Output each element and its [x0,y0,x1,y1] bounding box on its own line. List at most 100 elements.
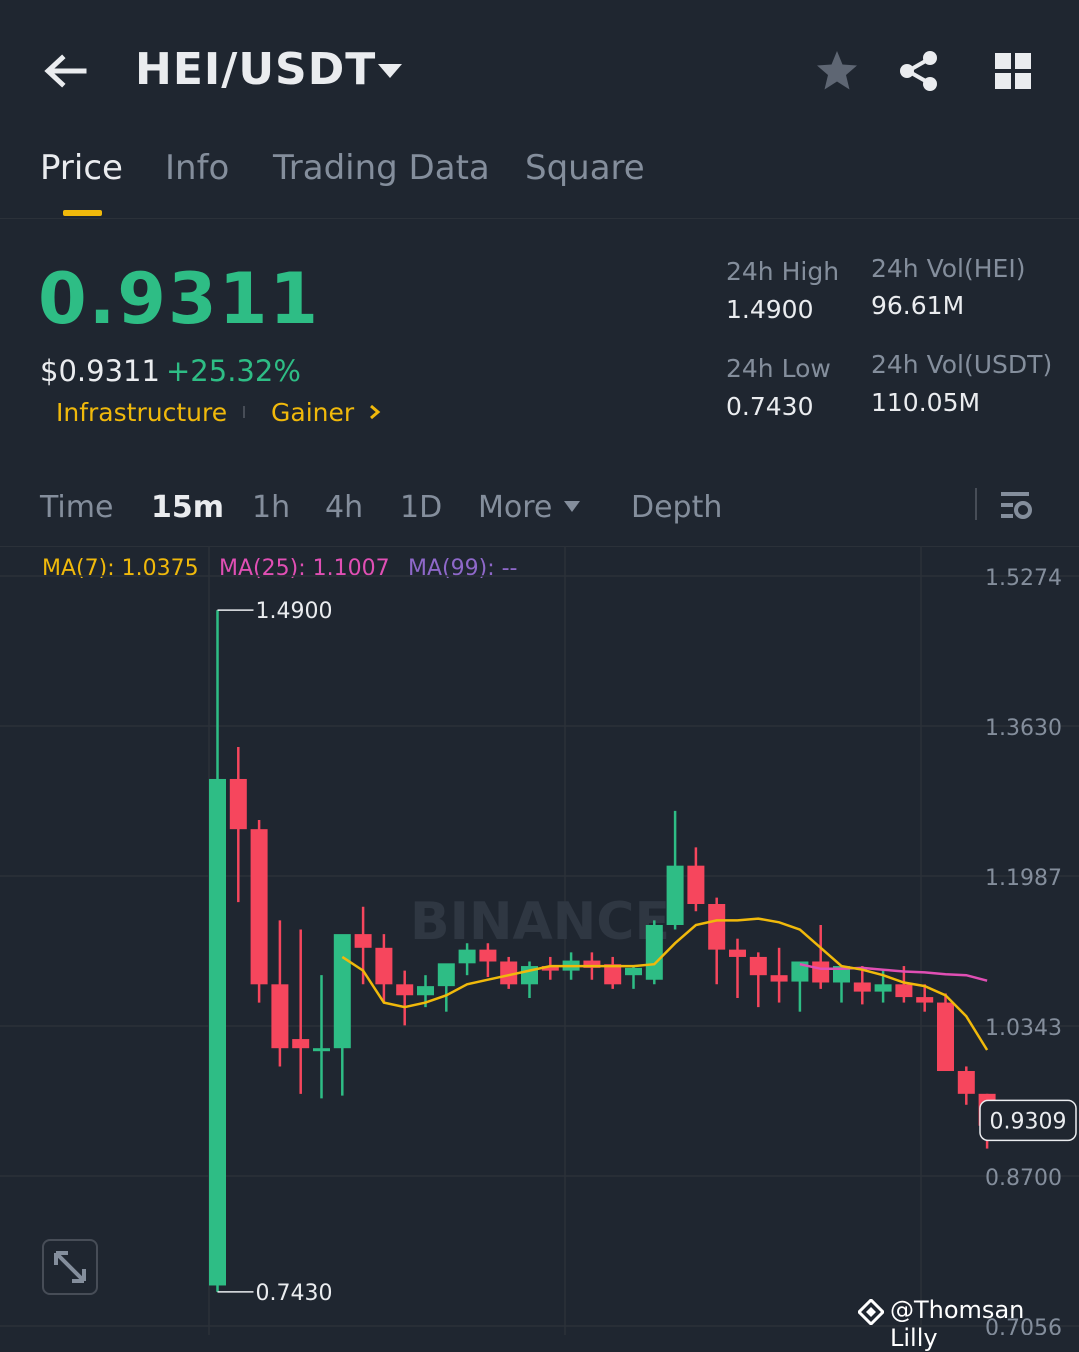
y-tick-label: 1.3630 [985,716,1062,741]
diamond-logo-icon [856,1297,886,1327]
candle-body [458,949,476,964]
tf-15m[interactable]: 15m [151,490,224,525]
author-credit: @Thomsan Lilly [890,1296,1025,1352]
tf-1h[interactable]: 1h [252,490,290,525]
grid-icon [995,53,1031,89]
binance-watermark: BINANCE [410,892,670,952]
candle [271,920,289,1067]
y-tick-label: 1.0343 [985,1016,1062,1041]
tab-price[interactable]: Price [40,148,123,188]
caret-down-icon[interactable] [563,498,581,512]
candle [250,820,268,1003]
candle [625,966,642,989]
candle-body [957,1071,975,1094]
stat-low-label: 24h Low [726,354,831,383]
candle-body [812,961,830,983]
candle-body [729,949,746,957]
candle [292,929,310,1094]
candle-body [749,956,767,976]
chevron-right-icon[interactable] [368,404,382,420]
chart-settings-button[interactable] [998,488,1034,524]
current-price-label: 0.9309 [990,1109,1067,1134]
back-button[interactable] [40,48,90,94]
candle-body [354,934,372,948]
candle-body [625,967,642,976]
stat-high-value: 1.4900 [726,295,814,324]
tab-square[interactable]: Square [525,148,645,188]
candle-body [437,963,455,987]
candle [229,747,247,903]
candle-body [666,865,684,925]
stat-vol-quote-value: 110.05M [871,388,981,417]
candle [604,956,622,989]
tab-trading-data[interactable]: Trading Data [273,148,490,188]
candle [209,610,226,1292]
candle [833,966,850,1003]
candle-body [874,984,892,992]
favorite-button[interactable] [814,48,860,94]
share-icon [900,51,937,91]
tab-bar: Price Info Trading Data Square [0,140,1079,219]
high-marker-label: 1.4900 [256,599,333,624]
tab-info[interactable]: Info [165,148,229,188]
candle-body [853,982,871,992]
candle-body [770,975,788,982]
candle-body [209,778,226,1286]
candle-body [916,997,934,1003]
usd-price: $0.9311 [40,354,160,388]
candle [749,952,767,1008]
candle [957,1066,975,1105]
candle-body [375,947,393,985]
stat-high-label: 24h High [726,257,840,286]
candle-body [396,984,414,996]
tag-divider [243,406,245,418]
candle [729,938,746,999]
candle-body [271,984,289,1049]
share-button[interactable] [896,48,942,94]
grid-menu-button[interactable] [992,50,1034,92]
tf-4h[interactable]: 4h [325,490,363,525]
candle-body [333,934,351,1049]
candle [313,975,330,1099]
stat-low-value: 0.7430 [726,392,814,421]
stat-vol-base-value: 96.61M [871,291,965,320]
tf-time[interactable]: Time [40,490,113,525]
price-change-percent: +25.32% [166,354,301,388]
candle-body [250,829,268,985]
active-tab-indicator [63,210,102,216]
candle [521,961,538,999]
pair-title[interactable]: HEI/USDT [135,44,376,95]
candle-body [417,986,434,996]
candle [791,961,809,1012]
candle [937,993,954,1072]
candle [770,947,788,1003]
tag-infrastructure[interactable]: Infrastructure [56,398,227,427]
tf-more[interactable]: More [478,490,552,525]
y-tick-label: 1.1987 [985,866,1062,891]
candle [687,847,705,912]
arrow-left-icon [44,54,87,88]
y-tick-label: 0.8700 [985,1166,1062,1191]
candle [437,963,455,1012]
toolbar-divider [975,488,977,520]
tf-1d[interactable]: 1D [400,490,442,525]
candle-body [687,865,705,904]
candle [666,810,684,930]
tf-depth[interactable]: Depth [631,490,722,525]
tag-gainer[interactable]: Gainer [271,398,354,427]
candle-body [229,778,247,830]
candle-body [937,1002,954,1072]
candlestick-chart[interactable]: BINANCE 1.5274 1.3630 1.1987 1.0343 0.8700 0.… [0,546,1079,1335]
stat-vol-base-label: 24h Vol(HEI) [871,254,1026,283]
candle-body [292,1039,310,1049]
caret-down-icon[interactable] [377,61,403,81]
expand-chart-button[interactable] [42,1239,98,1295]
header-bar: HEI/USDT [0,0,1079,140]
candle [812,924,830,989]
candle-body [645,924,663,980]
candle-body [708,903,726,950]
candle [396,970,414,1026]
candle-body [895,984,913,998]
low-marker-label: 0.7430 [256,1281,333,1306]
last-price: 0.9311 [38,258,321,340]
